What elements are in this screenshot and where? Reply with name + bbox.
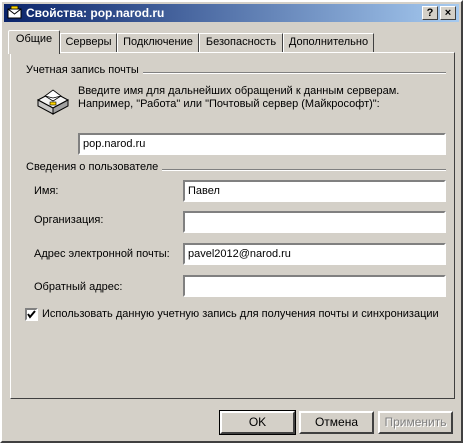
check-mark-icon bbox=[27, 310, 36, 319]
tab-advanced[interactable]: Дополнительно bbox=[283, 33, 374, 52]
apply-button[interactable]: Применить bbox=[378, 411, 453, 434]
include-account-checkbox[interactable] bbox=[25, 308, 38, 321]
close-button[interactable]: × bbox=[440, 6, 456, 20]
organization-input[interactable] bbox=[183, 211, 446, 233]
tab-connection[interactable]: Подключение bbox=[117, 33, 199, 52]
name-label: Имя: bbox=[34, 185, 59, 197]
cancel-button[interactable]: Отмена bbox=[299, 411, 374, 434]
reply-address-label: Обратный адрес: bbox=[34, 281, 123, 293]
email-label: Адрес электронной почты: bbox=[34, 248, 170, 260]
email-input[interactable]: pavel2012@narod.ru bbox=[183, 243, 446, 265]
mail-server-icon bbox=[36, 89, 70, 115]
account-description: Введите имя для дальнейших обращений к д… bbox=[78, 85, 400, 110]
help-button[interactable]: ? bbox=[422, 6, 438, 20]
user-group-label: Сведения о пользователе bbox=[26, 161, 163, 173]
organization-label: Организация: bbox=[34, 214, 104, 226]
tab-security[interactable]: Безопасность bbox=[199, 33, 283, 52]
name-input[interactable]: Павел bbox=[183, 180, 446, 202]
tab-general[interactable]: Общие bbox=[8, 30, 60, 54]
account-name-input[interactable]: pop.narod.ru bbox=[78, 133, 446, 155]
title-bar[interactable]: Свойства: pop.narod.ru ? × bbox=[4, 4, 459, 22]
reply-address-input[interactable] bbox=[183, 275, 446, 297]
window-title: Свойства: pop.narod.ru bbox=[26, 6, 165, 20]
include-account-label[interactable]: Использовать данную учетную запись для п… bbox=[42, 308, 439, 320]
properties-dialog: Свойства: pop.narod.ru ? × Общие Серверы… bbox=[0, 0, 463, 443]
mail-account-icon bbox=[7, 6, 22, 19]
tab-servers[interactable]: Серверы bbox=[60, 33, 117, 52]
account-group-label: Учетная запись почты bbox=[26, 64, 143, 76]
ok-button[interactable]: OK bbox=[219, 410, 296, 435]
